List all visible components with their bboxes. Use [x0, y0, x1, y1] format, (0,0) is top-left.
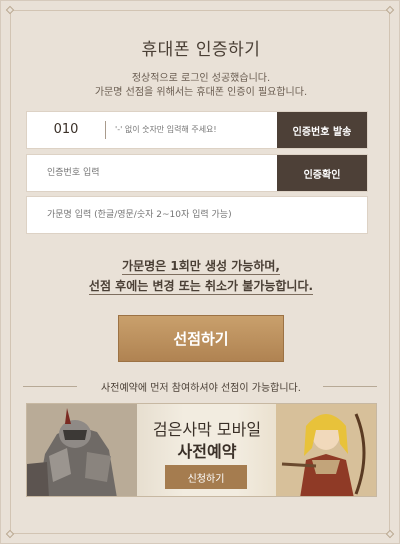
verify-button[interactable]: 인증확인 [277, 155, 367, 191]
archer-illustration [276, 404, 376, 496]
verification-code-input[interactable] [47, 155, 267, 191]
notice-line-2: 선점 후에는 변경 또는 취소가 불가능합니다. [1, 277, 400, 295]
phone-prefix[interactable]: 010 [27, 112, 105, 148]
pre-register-banner[interactable]: 검은사막 모바일 사전예약 신청하기 [26, 403, 377, 497]
phone-number-input[interactable] [115, 112, 275, 148]
phone-row: 010 인증번호 발송 [26, 111, 368, 149]
send-code-button[interactable]: 인증번호 발송 [277, 112, 367, 148]
notice-line-1: 가문명은 1회만 생성 가능하며, [1, 257, 400, 275]
corner-ornament [5, 5, 15, 15]
corner-ornament [385, 5, 395, 15]
description-line-1: 정상적으로 로그인 성공했습니다. [131, 73, 271, 84]
apply-button[interactable]: 신청하기 [165, 465, 247, 489]
corner-ornament [385, 529, 395, 539]
notice-text-1: 가문명은 1회만 생성 가능하며, [122, 259, 280, 275]
verify-row: 인증확인 [26, 154, 368, 192]
reserve-button[interactable]: 선점하기 [118, 315, 284, 362]
banner-subtitle: 사전예약 [177, 442, 237, 461]
family-name-row [26, 196, 368, 234]
banner-title: 검은사막 모바일 [152, 420, 262, 439]
knight-illustration [27, 404, 137, 496]
corner-ornament [5, 529, 15, 539]
popup-frame: 휴대폰 인증하기 정상적으로 로그인 성공했습니다. 가문명 선점을 위해서는 … [0, 0, 400, 544]
divider [105, 121, 106, 139]
divider-right [323, 386, 377, 387]
family-name-input[interactable] [47, 197, 347, 233]
notice-text-2: 선점 후에는 변경 또는 취소가 불가능합니다. [88, 279, 314, 295]
description-line-2: 가문명 선점을 위해서는 휴대폰 인증이 필요합니다. [94, 87, 308, 98]
page-title: 휴대폰 인증하기 [141, 40, 261, 60]
